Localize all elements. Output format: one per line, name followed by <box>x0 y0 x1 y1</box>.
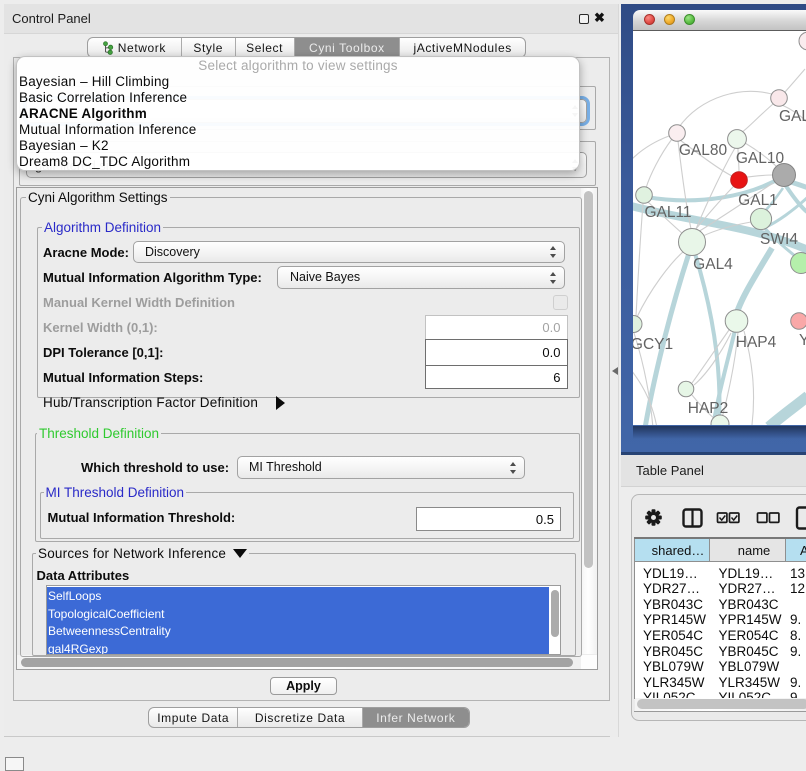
svg-text:GAL80: GAL80 <box>679 142 728 159</box>
svg-text:GAL11: GAL11 <box>644 204 691 221</box>
svg-text:GAL10: GAL10 <box>736 150 785 167</box>
svg-text:GAL4: GAL4 <box>693 256 733 273</box>
svg-text:YM: YM <box>799 332 806 349</box>
svg-text:GCY1: GCY1 <box>633 336 673 353</box>
svg-text:GAL1: GAL1 <box>738 192 778 209</box>
svg-text:GAL2: GAL2 <box>779 108 806 125</box>
svg-text:HAP4: HAP4 <box>736 334 777 351</box>
svg-text:SWI4: SWI4 <box>760 231 798 248</box>
svg-text:HAP2: HAP2 <box>688 400 729 417</box>
